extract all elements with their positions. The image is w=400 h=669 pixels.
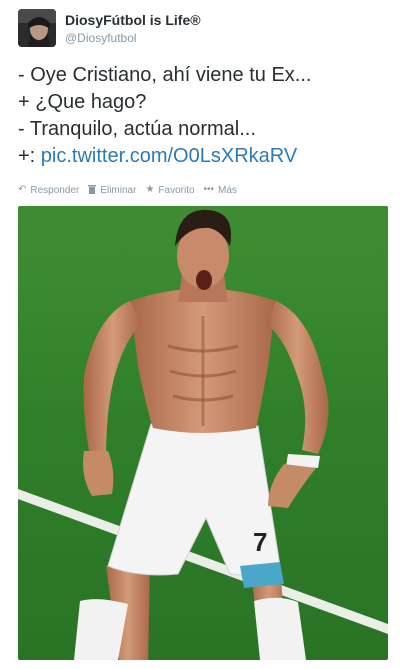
favorite-label: Favorito: [158, 184, 195, 196]
delete-label: Eliminar: [100, 184, 137, 196]
more-dots-icon: •••: [203, 184, 215, 195]
username-handle[interactable]: @Diosyfutbol: [65, 31, 137, 45]
tweet-actions: ↶ Responder Eliminar ★ Favorito ••• Más: [18, 182, 246, 198]
display-name[interactable]: DiosyFútbol is Life®: [65, 12, 201, 28]
favorite-button[interactable]: ★ Favorito: [145, 185, 194, 196]
tweet-line-3: - Tranquilo, actúa normal...: [18, 118, 256, 140]
avatar-image: [18, 9, 56, 47]
reply-icon: ↶: [18, 184, 27, 195]
tweet-line-4: +: pic.twitter.com/O0LsXRkaRV: [18, 143, 388, 170]
avatar[interactable]: [18, 9, 56, 47]
media-link[interactable]: pic.twitter.com/O0LsXRkaRV: [41, 145, 297, 167]
tweet-line-4-prefix: +:: [18, 145, 41, 167]
reply-label: Responder: [30, 184, 80, 196]
tweet-card: DiosyFútbol is Life® @Diosyfutbol - Oye …: [0, 0, 400, 669]
tweet-photo[interactable]: 7: [18, 206, 388, 660]
tweet-text: - Oye Cristiano, ahí viene tu Ex... + ¿Q…: [18, 62, 388, 170]
more-label: Más: [218, 184, 237, 196]
delete-button[interactable]: Eliminar: [88, 184, 136, 197]
tweet-line-2: + ¿Que hago?: [18, 91, 147, 113]
tweet-line-1: - Oye Cristiano, ahí viene tu Ex...: [18, 64, 312, 86]
trash-icon: [88, 184, 97, 197]
star-icon: ★: [145, 184, 155, 195]
football-celebration-photo: 7: [18, 206, 388, 660]
svg-text:7: 7: [253, 527, 267, 557]
reply-button[interactable]: ↶ Responder: [18, 185, 79, 196]
more-button[interactable]: ••• Más: [204, 185, 237, 196]
